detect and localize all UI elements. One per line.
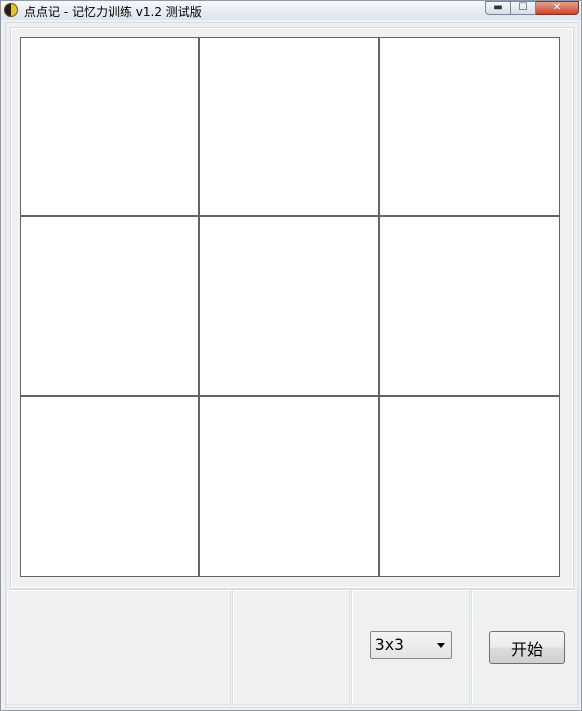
grid-cell-3[interactable] [379,38,559,218]
grid-cell-4[interactable] [21,217,201,397]
app-icon[interactable] [4,3,18,17]
close-button[interactable]: ✕ [536,1,579,15]
title-bar[interactable]: 点点记 - 记忆力训练 v1.2 测试版 ▬ ☐ ✕ [1,1,581,20]
grid-cell-6[interactable] [379,217,559,397]
minimize-icon: ▬ [493,2,503,13]
window-controls: ▬ ☐ ✕ [485,1,579,16]
close-icon: ✕ [552,2,562,13]
app-window: 点点记 - 记忆力训练 v1.2 测试版 ▬ ☐ ✕ 3x3 开始 [0,0,582,711]
grid-cell-1[interactable] [21,38,201,218]
start-button[interactable]: 开始 [489,631,565,664]
chevron-down-icon [437,643,445,648]
grid-size-value: 3x3 [375,635,404,654]
maximize-button[interactable]: ☐ [511,1,536,15]
minimize-button[interactable]: ▬ [485,1,511,15]
grid-cell-5[interactable] [200,217,380,397]
grid-cell-8[interactable] [200,396,380,576]
grid-cell-2[interactable] [200,38,380,218]
maximize-icon: ☐ [518,2,528,13]
window-title: 点点记 - 记忆力训练 v1.2 测试版 [24,5,202,19]
memory-grid [20,37,560,577]
status-panel-1 [6,589,231,705]
grid-cell-7[interactable] [21,396,201,576]
status-panel-2 [232,589,350,705]
grid-size-select[interactable]: 3x3 [370,631,452,659]
grid-cell-9[interactable] [379,396,559,576]
